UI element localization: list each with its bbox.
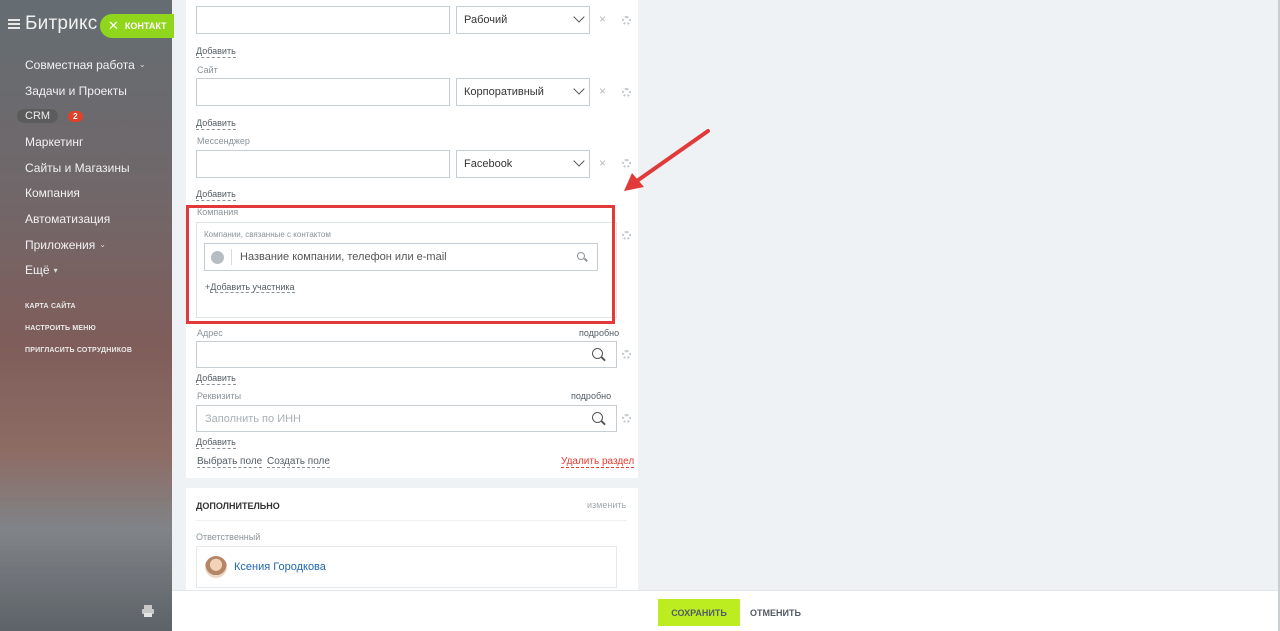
create-field-link[interactable]: Создать поле xyxy=(267,456,330,468)
search-icon[interactable] xyxy=(592,411,606,426)
sidebar-item-label: Совместная работа xyxy=(25,57,135,72)
responsible-label: Ответственный xyxy=(196,532,261,542)
avatar xyxy=(205,556,227,578)
sidebar-item-label: Компания xyxy=(25,186,80,201)
messenger-label: Мессенджер xyxy=(197,136,250,146)
gear-icon[interactable] xyxy=(622,16,631,25)
sidebar-header: Битрикс xyxy=(8,12,97,36)
save-button[interactable]: СОХРАНИТЬ xyxy=(658,599,740,626)
site-type-select[interactable]: Корпоративный xyxy=(456,78,590,106)
select-value: Рабочий xyxy=(464,14,508,26)
sidebar-item-marketing[interactable]: Маркетинг xyxy=(25,129,146,155)
sidebar-item-more[interactable]: Ещё ▾ xyxy=(25,258,146,284)
annotation-arrow xyxy=(624,129,710,191)
section-title: ДОПОЛНИТЕЛЬНО xyxy=(196,501,280,511)
configure-menu-link[interactable]: НАСТРОИТЬ МЕНЮ xyxy=(25,317,132,339)
sidebar-item-label: Автоматизация xyxy=(25,211,111,226)
sidebar-menu: Совместная работа ⌄ Задачи и Проекты CRM 2… xyxy=(17,52,146,284)
close-contact-button[interactable]: ✕ КОНТАКТ xyxy=(100,14,174,38)
gear-icon[interactable] xyxy=(622,414,631,423)
sidebar-item-company[interactable]: Компания xyxy=(25,180,146,206)
logo[interactable]: Битрикс xyxy=(25,13,97,35)
sidebar-item-apps[interactable]: Приложения ⌄ xyxy=(25,232,146,258)
sidebar-item-label: Маркетинг xyxy=(25,134,84,149)
requisites-placeholder: Заполнить по ИНН xyxy=(205,412,301,425)
counter-badge: 2 xyxy=(68,110,83,122)
address-input[interactable] xyxy=(196,341,617,368)
sidebar-links: КАРТА САЙТА НАСТРОИТЬ МЕНЮ ПРИГЛАСИТЬ СО… xyxy=(25,295,132,361)
messenger-type-select[interactable]: Facebook xyxy=(456,150,590,178)
remove-icon[interactable]: × xyxy=(599,12,606,26)
menu-icon[interactable] xyxy=(8,19,20,29)
sidebar-item-label: Сайты и Магазины xyxy=(25,160,130,175)
cancel-button[interactable]: ОТМЕНИТЬ xyxy=(750,599,801,626)
add-site-link[interactable]: Добавить xyxy=(196,118,236,130)
sidebar-item-label: Задачи и Проекты xyxy=(25,83,127,98)
chevron-down-icon xyxy=(573,155,585,167)
phone-input[interactable] xyxy=(196,6,450,34)
add-requisites-link[interactable]: Добавить xyxy=(196,437,236,449)
phone-type-select[interactable]: Рабочий xyxy=(456,6,590,34)
gear-icon[interactable] xyxy=(622,350,631,359)
remove-icon[interactable]: × xyxy=(599,84,606,98)
sidebar: Битрикс Совместная работа ⌄ Задачи и Прое… xyxy=(0,0,172,631)
delete-section-link[interactable]: Удалить раздел xyxy=(561,456,635,468)
requisites-input[interactable]: Заполнить по ИНН xyxy=(196,405,617,432)
sidebar-item-tasks[interactable]: Задачи и Проекты xyxy=(25,78,146,104)
select-value: Корпоративный xyxy=(464,86,544,98)
address-details-link[interactable]: подробно xyxy=(579,328,619,338)
remove-icon[interactable]: × xyxy=(599,156,606,170)
invite-employees-link[interactable]: ПРИГЛАСИТЬ СОТРУДНИКОВ xyxy=(25,339,132,361)
contact-chip-label: КОНТАКТ xyxy=(124,21,167,31)
chevron-down-icon: ▾ xyxy=(53,265,58,275)
close-icon: ✕ xyxy=(108,18,119,33)
search-icon[interactable] xyxy=(592,347,606,362)
site-label: Сайт xyxy=(197,65,218,75)
sidebar-item-label: Приложения xyxy=(25,237,96,252)
chevron-down-icon xyxy=(573,11,585,23)
gear-icon[interactable] xyxy=(622,88,631,97)
requisites-label: Реквизиты xyxy=(197,391,242,401)
sidebar-item-label: CRM xyxy=(17,109,59,124)
responsible-field[interactable]: Ксения Городкова xyxy=(196,546,617,588)
choose-field-link[interactable]: Выбрать поле xyxy=(197,456,263,468)
sidebar-item-automation[interactable]: Автоматизация xyxy=(25,206,146,232)
add-messenger-link[interactable]: Добавить xyxy=(196,189,236,201)
requisites-details-link[interactable]: подробно xyxy=(571,391,611,401)
site-input[interactable] xyxy=(196,78,450,106)
responsible-name[interactable]: Ксения Городкова xyxy=(234,561,326,573)
address-label: Адрес xyxy=(197,328,223,338)
add-address-link[interactable]: Добавить xyxy=(196,373,236,385)
sidebar-item-crm[interactable]: CRM 2 xyxy=(17,103,146,129)
messenger-input[interactable] xyxy=(196,150,450,178)
printer-icon[interactable] xyxy=(141,604,155,618)
chevron-down-icon: ⌄ xyxy=(99,240,106,250)
chevron-down-icon xyxy=(573,83,585,95)
add-phone-link[interactable]: Добавить xyxy=(196,46,236,58)
sidebar-item-sites[interactable]: Сайты и Магазины xyxy=(25,155,146,181)
divider xyxy=(196,520,627,521)
sitemap-link[interactable]: КАРТА САЙТА xyxy=(25,295,132,317)
highlight-frame xyxy=(186,205,615,324)
gear-icon[interactable] xyxy=(622,231,631,240)
edit-section-link[interactable]: изменить xyxy=(587,500,626,510)
sidebar-item-label: Ещё xyxy=(25,263,50,278)
select-value: Facebook xyxy=(464,158,513,170)
form-footer: СОХРАНИТЬ ОТМЕНИТЬ xyxy=(172,590,1280,631)
chevron-down-icon: ⌄ xyxy=(138,60,146,70)
sidebar-item-collaboration[interactable]: Совместная работа ⌄ xyxy=(25,52,146,78)
